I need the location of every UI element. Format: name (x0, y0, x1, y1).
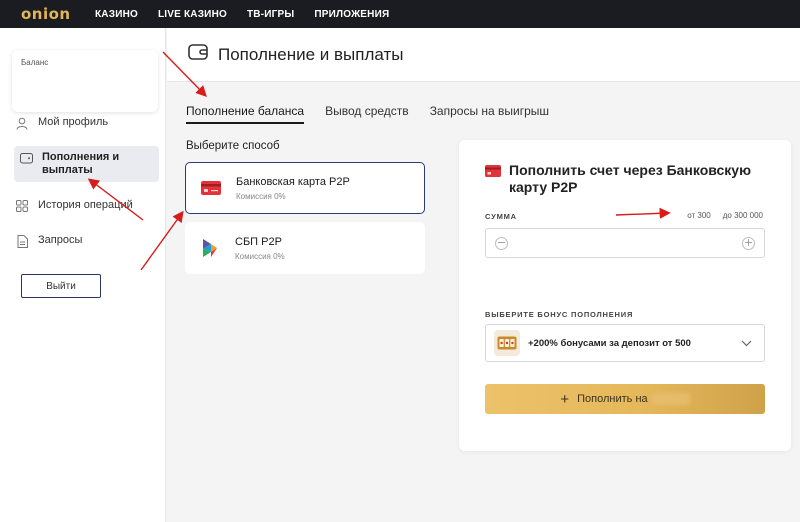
slot-machine-icon (494, 330, 520, 356)
balance-label: Баланс (21, 58, 49, 67)
amount-input[interactable]: − + (485, 228, 765, 258)
sidebar-item-deposits-payouts[interactable]: Пополнения и выплаты (14, 146, 159, 182)
panel-title-text: Пополнить счет через Банковскую карту P2… (509, 162, 752, 195)
amount-min: от 300 (687, 211, 711, 220)
sidebar-item-label: Мой профиль (38, 116, 109, 128)
nav-tv-games[interactable]: ТВ-ИГРЫ (247, 9, 294, 20)
nav-live-casino[interactable]: LIVE КАЗИНО (158, 9, 227, 20)
plus-icon[interactable]: + (742, 237, 755, 250)
chevron-down-icon (741, 334, 752, 352)
blurred-amount (651, 393, 690, 405)
nav-apps[interactable]: ПРИЛОЖЕНИЯ (314, 9, 389, 20)
tabs: Пополнение баланса Вывод средств Запросы… (186, 104, 570, 124)
bank-card-icon (196, 181, 226, 195)
bonus-label: ВЫБЕРИТЕ БОНУС ПОПОЛНЕНИЯ (485, 310, 634, 319)
balance-card: Баланс (12, 50, 158, 112)
sidebar-item-label: Пополнения и выплаты (42, 151, 120, 176)
bonus-select[interactable]: +200% бонусами за депозит от 500 (485, 324, 765, 362)
page-header: Пополнение и выплаты (167, 28, 800, 82)
method-fee: Комиссия 0% (236, 191, 286, 201)
tab-withdrawal[interactable]: Вывод средств (325, 104, 409, 124)
logout-button[interactable]: Выйти (21, 274, 101, 298)
amount-label: СУММА (485, 212, 517, 221)
sidebar-item-label: Запросы (38, 234, 83, 246)
minus-icon[interactable]: − (495, 237, 508, 250)
sidebar-item-requests[interactable]: Запросы (14, 234, 159, 248)
main-content: Пополнение и выплаты Пополнение баланса … (167, 28, 800, 522)
sbp-logo-icon (195, 238, 225, 258)
sidebar-item-profile[interactable]: Мой профиль (14, 116, 159, 130)
method-fee: Комиссия 0% (235, 251, 285, 261)
method-name: СБП P2P (235, 235, 282, 248)
plus-icon: + (560, 390, 570, 408)
grid-icon (14, 199, 30, 213)
bank-card-icon (485, 164, 501, 181)
amount-range: от 300 до 300 000 (675, 211, 763, 220)
submit-label: Пополнить на (577, 393, 648, 405)
tab-deposit[interactable]: Пополнение баланса (186, 104, 305, 124)
bonus-selected-value: +200% бонусами за депозит от 500 (528, 337, 691, 349)
brand-logo[interactable]: onion (21, 5, 79, 23)
method-name: Банковская карта P2P (236, 175, 350, 188)
nav-casino[interactable]: КАЗИНО (95, 9, 138, 20)
user-icon (14, 116, 30, 130)
sidebar-item-label: История операций (38, 199, 133, 211)
tab-win-requests[interactable]: Запросы на выигрыш (430, 104, 549, 124)
top-navigation-bar: onion КАЗИНО LIVE КАЗИНО ТВ-ИГРЫ ПРИЛОЖЕ… (0, 0, 800, 28)
amount-max: до 300 000 (722, 211, 763, 220)
panel-title: Пополнить счет через Банковскую карту P2… (485, 162, 775, 196)
wallet-icon (18, 151, 34, 165)
sidebar-item-history[interactable]: История операций (14, 199, 159, 213)
method-bank-card[interactable]: Банковская карта P2P Комиссия 0% (185, 162, 425, 214)
deposit-submit-button[interactable]: + Пополнить на (485, 384, 765, 414)
document-icon (14, 234, 30, 248)
sidebar: Баланс Мой профиль Пополнения и выплаты … (0, 28, 166, 522)
main-nav: КАЗИНО LIVE КАЗИНО ТВ-ИГРЫ ПРИЛОЖЕНИЯ (95, 9, 409, 20)
wallet-icon (188, 43, 208, 66)
choose-method-heading: Выберите способ (186, 140, 280, 152)
deposit-panel: Пополнить счет через Банковскую карту P2… (459, 140, 791, 451)
method-sbp[interactable]: СБП P2P Комиссия 0% (185, 222, 425, 274)
page-title: Пополнение и выплаты (218, 44, 404, 64)
